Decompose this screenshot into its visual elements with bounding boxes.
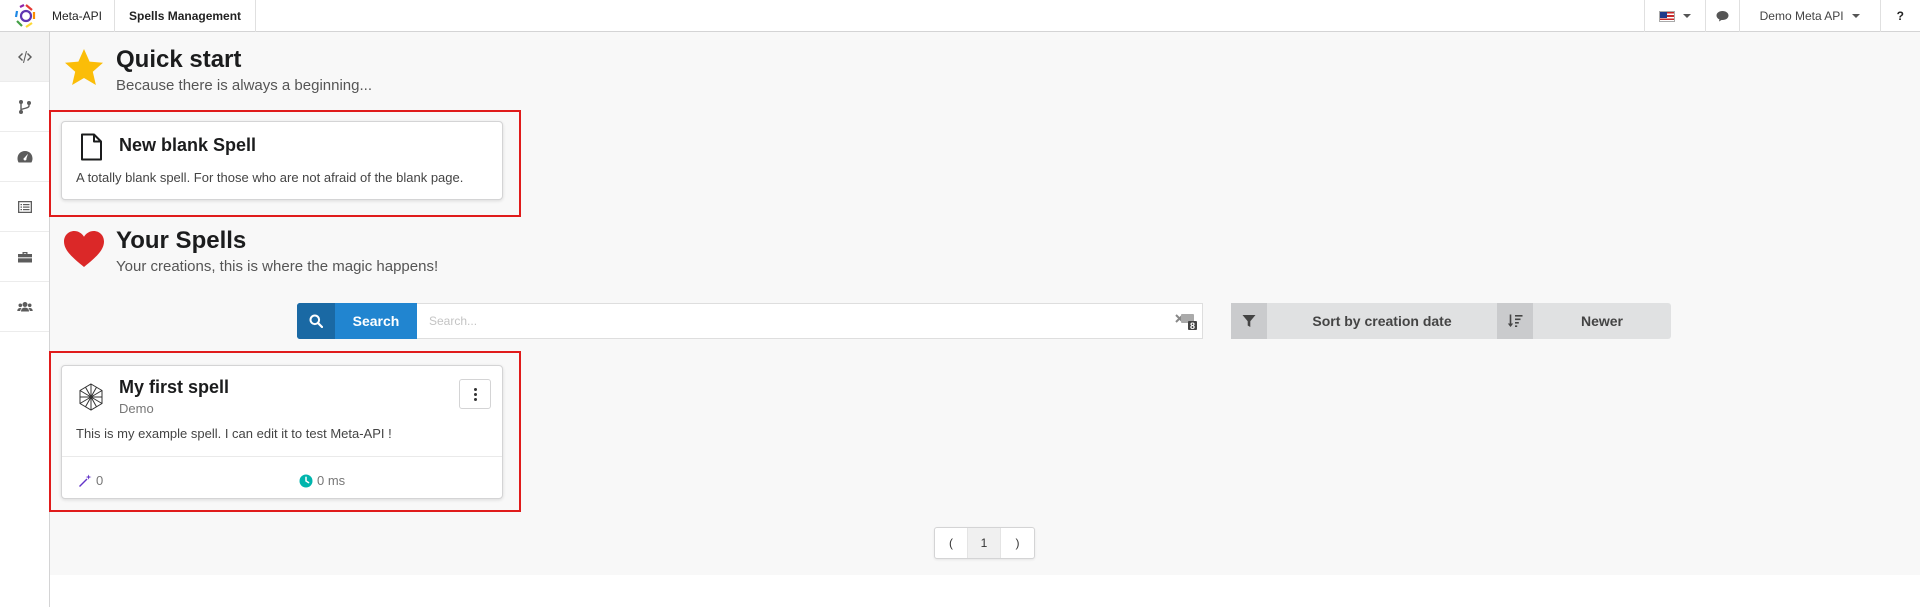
briefcase-icon bbox=[17, 251, 32, 262]
language-dropdown[interactable] bbox=[1643, 0, 1705, 32]
pagination-prev[interactable]: ( bbox=[935, 528, 968, 558]
chat-icon bbox=[1716, 11, 1729, 22]
spell-card-footer bbox=[62, 456, 502, 457]
chevron-down-icon bbox=[1682, 14, 1691, 18]
kebab-dot bbox=[473, 392, 477, 396]
us-flag-icon bbox=[1658, 10, 1675, 22]
brand[interactable]: Meta-API bbox=[0, 0, 116, 32]
search-button-label: Search bbox=[352, 313, 400, 329]
app-name: Meta-API bbox=[52, 8, 103, 23]
kebab-dot bbox=[473, 397, 477, 401]
spell-calls-count: 0 bbox=[96, 473, 104, 488]
nav-spells-management[interactable]: Spells Management bbox=[115, 0, 257, 32]
spell-calls: 0 bbox=[78, 473, 103, 488]
top-bar: Meta-API Spells Management Demo Meta API… bbox=[0, 0, 1920, 32]
your-spells-title: Your Spells bbox=[116, 227, 247, 254]
pagination-next[interactable]: ) bbox=[1001, 528, 1034, 558]
list-icon bbox=[17, 200, 32, 213]
clear-search-button[interactable]: 8 bbox=[1175, 312, 1197, 331]
spell-description: This is my example spell. I can edit it … bbox=[76, 426, 392, 441]
sidebar bbox=[0, 32, 50, 607]
sort-field-dropdown[interactable]: Sort by creation date bbox=[1267, 303, 1497, 339]
magic-wand-icon bbox=[79, 474, 92, 487]
search-bar: Search 8 bbox=[297, 303, 1203, 339]
search-button[interactable]: Search bbox=[297, 303, 417, 339]
heart-icon bbox=[64, 231, 104, 267]
spell-owner: Demo bbox=[119, 401, 154, 416]
user-dropdown[interactable]: Demo Meta API bbox=[1738, 0, 1880, 32]
branch-icon bbox=[18, 99, 31, 114]
sidebar-item-dashboard[interactable] bbox=[0, 132, 49, 182]
search-field-wrap: 8 bbox=[417, 303, 1203, 339]
search-input[interactable] bbox=[417, 303, 1203, 339]
chevron-down-icon bbox=[1851, 14, 1860, 18]
meta-api-logo bbox=[14, 3, 36, 28]
file-icon bbox=[81, 133, 102, 161]
user-name: Demo Meta API bbox=[1759, 9, 1844, 23]
quick-start-header: Quick start Because there is always a be… bbox=[62, 46, 372, 96]
spell-card[interactable]: My first spell Demo This is my example s… bbox=[61, 365, 503, 499]
sort-controls: Sort by creation date Newer bbox=[1231, 303, 1671, 339]
quick-start-title: Quick start bbox=[116, 46, 242, 73]
filter-icon bbox=[1242, 315, 1256, 327]
sidebar-item-users[interactable] bbox=[0, 282, 49, 332]
chat-button[interactable] bbox=[1704, 0, 1739, 32]
spell-logo bbox=[79, 383, 103, 411]
sidebar-item-branch[interactable] bbox=[0, 82, 49, 132]
new-blank-spell-card[interactable]: New blank Spell A totally blank spell. F… bbox=[61, 121, 503, 200]
sidebar-item-briefcase[interactable] bbox=[0, 232, 49, 282]
sort-order-label[interactable]: Newer bbox=[1533, 303, 1671, 339]
quick-start-subtitle: Because there is always a beginning... bbox=[116, 77, 372, 94]
spell-duration-value: 0 ms bbox=[317, 473, 346, 488]
help-icon: ? bbox=[1896, 9, 1904, 23]
spell-options-button[interactable] bbox=[459, 379, 491, 409]
star-icon bbox=[65, 49, 103, 85]
new-blank-spell-description: A totally blank spell. For those who are… bbox=[76, 170, 464, 185]
main-content: Quick start Because there is always a be… bbox=[49, 32, 1920, 575]
pagination: ( 1 ) bbox=[934, 527, 1035, 559]
top-right-menu: Demo Meta API ? bbox=[1643, 0, 1920, 32]
users-icon bbox=[16, 301, 33, 311]
search-icon bbox=[297, 303, 335, 339]
your-spells-header: Your Spells Your creations, this is wher… bbox=[62, 227, 438, 277]
pagination-page[interactable]: 1 bbox=[968, 528, 1001, 558]
new-blank-spell-title: New blank Spell bbox=[119, 135, 257, 155]
sort-order-button[interactable] bbox=[1497, 303, 1533, 339]
spell-title: My first spell bbox=[119, 377, 230, 397]
your-spells-subtitle: Your creations, this is where the magic … bbox=[116, 258, 439, 275]
sort-amount-icon bbox=[1507, 314, 1523, 327]
code-icon bbox=[17, 50, 32, 63]
kebab-icon bbox=[473, 387, 477, 391]
clock-icon bbox=[299, 474, 313, 487]
filter-button[interactable] bbox=[1231, 303, 1267, 339]
spell-duration: 0 ms bbox=[299, 473, 345, 488]
dashboard-icon bbox=[17, 150, 32, 162]
search-badge: 8 bbox=[1190, 321, 1196, 331]
help-button[interactable]: ? bbox=[1879, 0, 1920, 32]
sidebar-item-list[interactable] bbox=[0, 182, 49, 232]
sidebar-item-code[interactable] bbox=[0, 32, 49, 82]
